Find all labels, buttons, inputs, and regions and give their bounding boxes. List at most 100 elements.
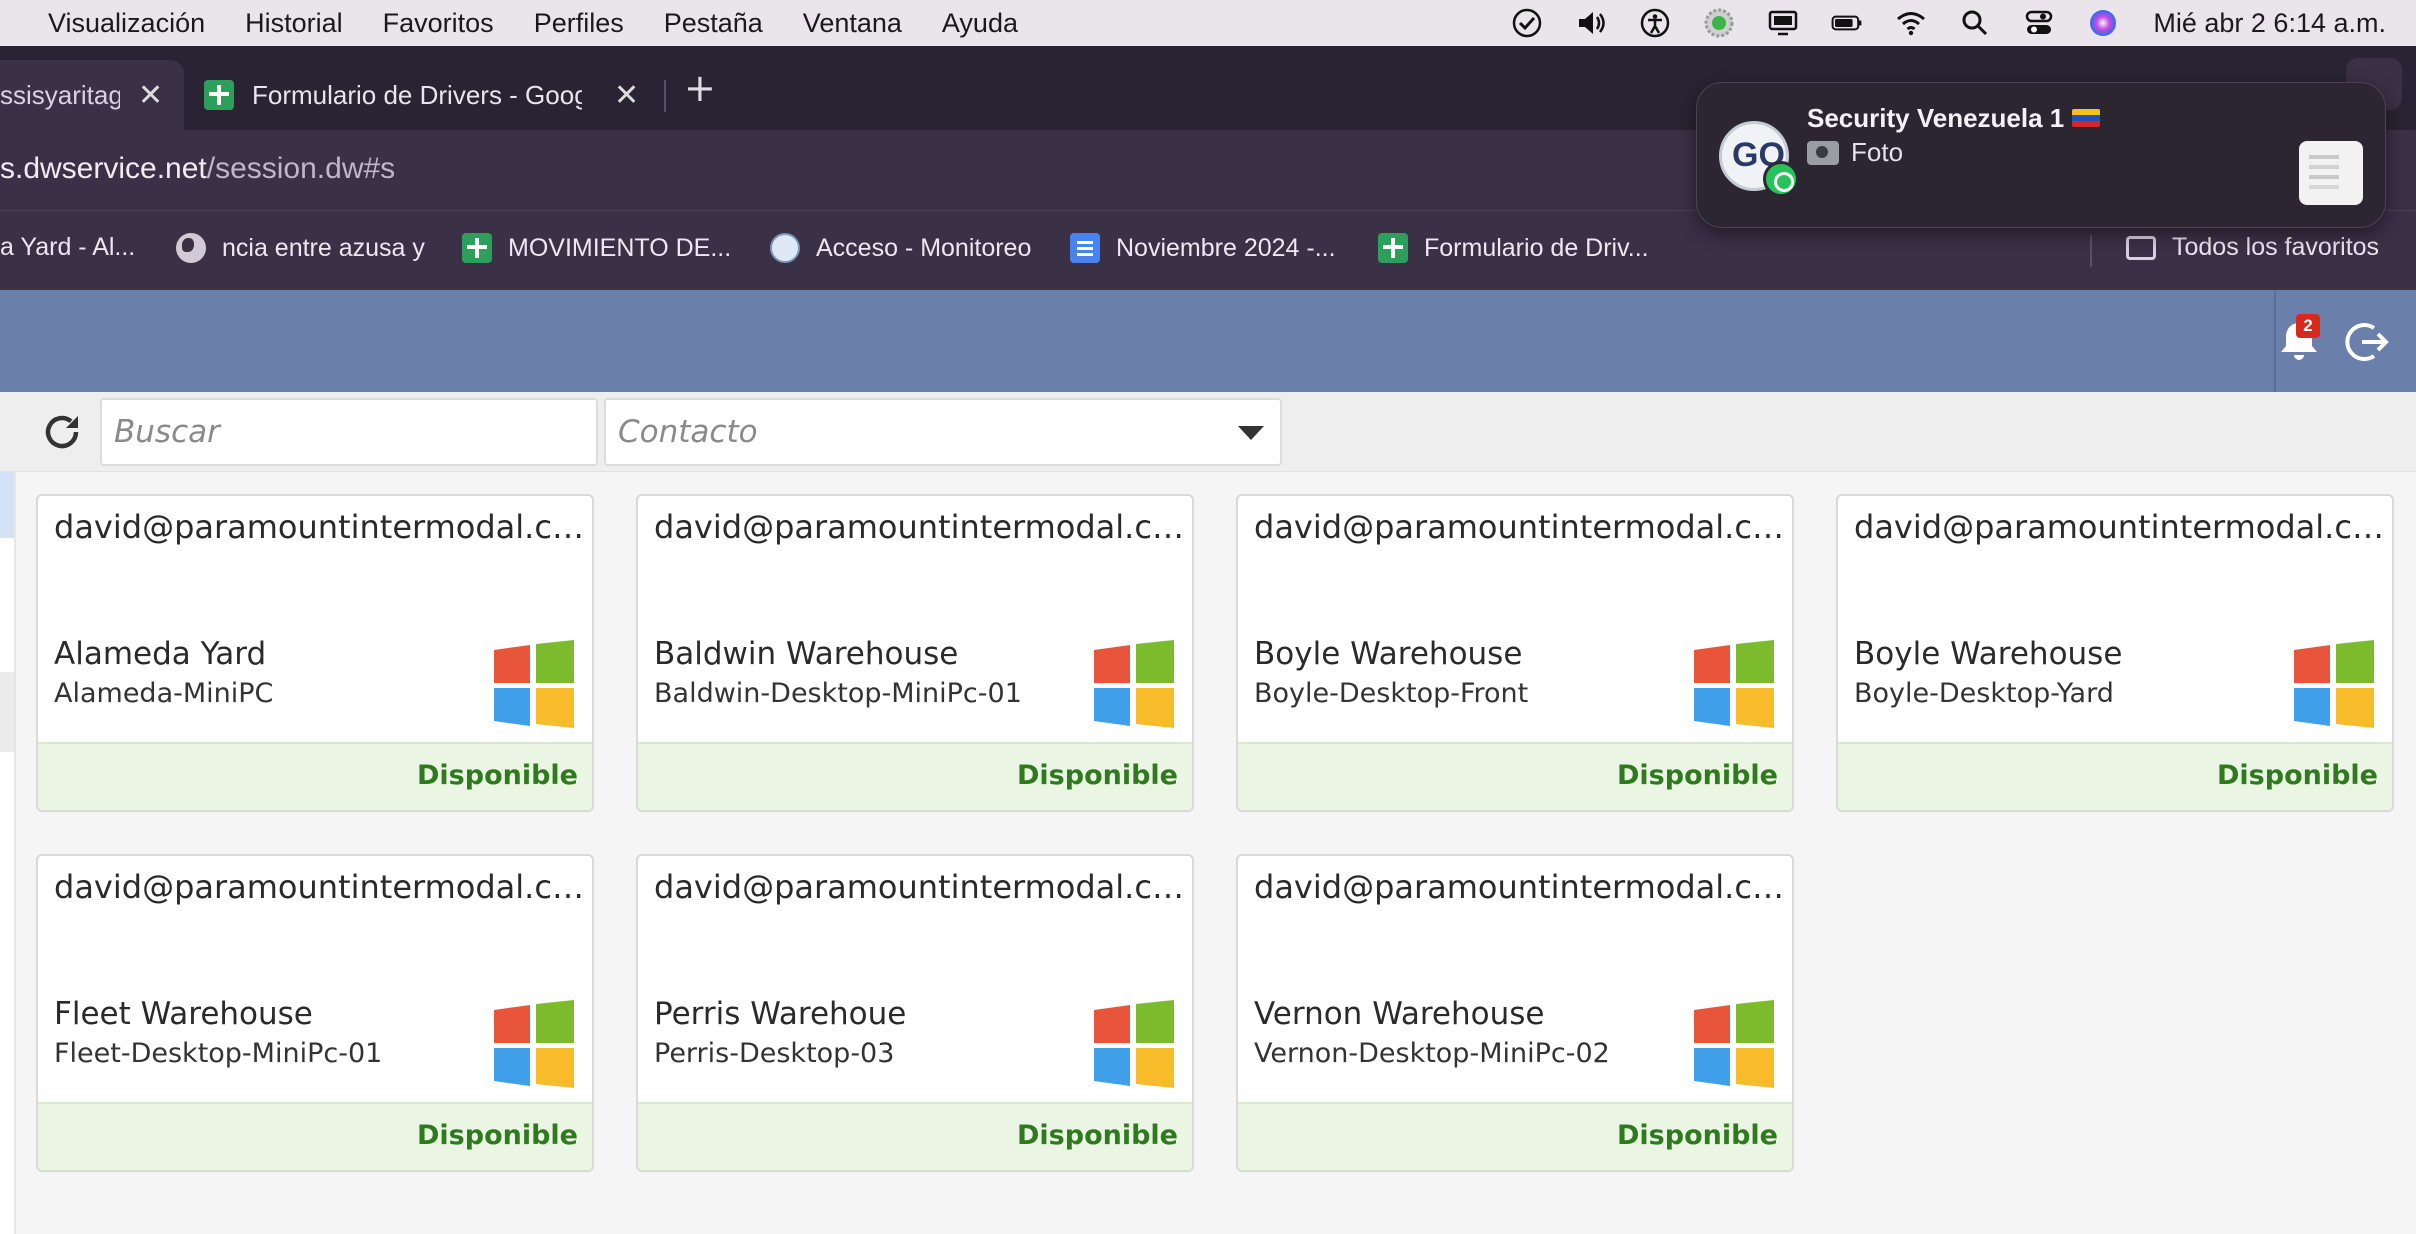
tab-close-icon[interactable]: ✕	[614, 78, 639, 113]
bookmarks-separator	[2090, 235, 2092, 267]
status-badge: Disponible	[1617, 760, 1778, 791]
agent-name: Alameda Yard	[54, 636, 267, 672]
chevron-down-icon	[1238, 426, 1264, 440]
bookmark-yard[interactable]: a Yard - Al...	[0, 233, 135, 262]
tab-close-icon[interactable]: ✕	[138, 78, 163, 113]
bookmark-acceso-monitoreo[interactable]: Acceso - Monitoreo	[770, 233, 1031, 263]
menubar-clock[interactable]: Mié abr 2 6:14 a.m.	[2153, 8, 2386, 39]
agent-card[interactable]: david@paramountintermodal.com Boyle Ware…	[1836, 494, 2394, 812]
volume-icon[interactable]	[1574, 6, 1608, 40]
control-center-icon[interactable]	[2022, 6, 2056, 40]
notification-count-badge: 2	[2296, 314, 2320, 338]
windows-logo-icon	[494, 1000, 574, 1088]
accessibility-icon[interactable]	[1638, 6, 1672, 40]
agent-name: Boyle Warehouse	[1854, 636, 2123, 672]
new-tab-plus-icon[interactable]: +	[684, 66, 716, 110]
bookmark-label: MOVIMIENTO DE...	[508, 233, 732, 262]
checkmark-circle-icon[interactable]	[1510, 6, 1544, 40]
url-path: /session.dw#s	[206, 152, 396, 185]
status-badge: Disponible	[1017, 1120, 1178, 1151]
status-badge: Disponible	[417, 760, 578, 791]
agent-status-bar: Disponible	[638, 742, 1192, 810]
agent-user: david@paramountintermodal.com	[54, 508, 584, 546]
menu-favoritos[interactable]: Favoritos	[383, 8, 494, 39]
bookmark-label: Noviembre 2024 -...	[1116, 233, 1336, 262]
bookmark-all-favorites[interactable]: Todos los favoritos	[2126, 233, 2379, 262]
bookmark-formulario[interactable]: Formulario de Driv...	[1378, 233, 1649, 263]
menu-ayuda[interactable]: Ayuda	[942, 8, 1018, 39]
contact-placeholder: Contacto	[618, 414, 758, 450]
status-menus: Mié abr 2 6:14 a.m.	[1495, 0, 2416, 46]
logout-icon[interactable]	[2344, 318, 2392, 366]
globe-icon	[176, 233, 206, 263]
notification-body: Foto	[1807, 137, 1903, 168]
wifi-icon[interactable]	[1894, 6, 1928, 40]
menu-visualizacion[interactable]: Visualización	[48, 8, 205, 39]
agent-name: Perris Warehoue	[654, 996, 907, 1032]
url-text[interactable]: s.dwservice.net/session.dw#s	[0, 152, 395, 186]
tab-separator	[664, 80, 666, 112]
bookmark-azusa[interactable]: ncia entre azusa y	[176, 233, 425, 263]
bookmark-label: ncia entre azusa y	[222, 233, 425, 262]
google-docs-icon	[1070, 233, 1100, 263]
agent-card[interactable]: david@paramountintermodal.com Alameda Ya…	[36, 494, 594, 812]
agent-card[interactable]: david@paramountintermodal.com Perris War…	[636, 854, 1194, 1172]
tab-label: Formulario de Drivers - Google	[252, 79, 582, 110]
agent-hostname: Alameda-MiniPC	[54, 678, 274, 709]
notification-body-text: Foto	[1851, 137, 1904, 167]
agent-user: david@paramountintermodal.com	[654, 868, 1184, 906]
agent-name: Boyle Warehouse	[1254, 636, 1523, 672]
recording-indicator-icon[interactable]	[1702, 6, 1736, 40]
display-icon[interactable]	[1766, 6, 1800, 40]
sidebar-item[interactable]	[0, 672, 14, 752]
bookmark-noviembre[interactable]: Noviembre 2024 -...	[1070, 233, 1336, 263]
app-header: 2	[0, 290, 2416, 392]
agent-user: david@paramountintermodal.com	[654, 508, 1184, 546]
agent-status-bar: Disponible	[1238, 1102, 1792, 1170]
tab-active[interactable]: ssisyaritag ✕	[0, 60, 184, 130]
status-badge: Disponible	[417, 1120, 578, 1151]
menu-pestana[interactable]: Pestaña	[664, 8, 763, 39]
menu-historial[interactable]: Historial	[245, 8, 343, 39]
status-badge: Disponible	[1617, 1120, 1778, 1151]
app-menus: Visualización Historial Favoritos Perfil…	[48, 0, 1058, 46]
agent-card[interactable]: david@paramountintermodal.com Fleet Ware…	[36, 854, 594, 1172]
agent-status-bar: Disponible	[1838, 742, 2392, 810]
agent-user: david@paramountintermodal.com	[1854, 508, 2384, 546]
windows-logo-icon	[1094, 1000, 1174, 1088]
windows-logo-icon	[1694, 1000, 1774, 1088]
agent-card[interactable]: david@paramountintermodal.com Vernon War…	[1236, 854, 1794, 1172]
spotlight-search-icon[interactable]	[1958, 6, 1992, 40]
windows-logo-icon	[1094, 640, 1174, 728]
bookmark-label: Acceso - Monitoreo	[816, 233, 1032, 262]
url-host: s.dwservice.net	[0, 152, 207, 185]
agent-hostname: Vernon-Desktop-MiniPc-02	[1254, 1038, 1610, 1069]
mac-menu-bar: Visualización Historial Favoritos Perfil…	[0, 0, 2416, 46]
status-badge: Disponible	[2217, 760, 2378, 791]
monitor-site-icon	[770, 233, 800, 263]
agent-card[interactable]: david@paramountintermodal.com Baldwin Wa…	[636, 494, 1194, 812]
notification-title: Security Venezuela 1	[1807, 103, 2101, 134]
siri-icon[interactable]	[2086, 6, 2120, 40]
venezuela-flag-icon	[2072, 109, 2101, 127]
agent-card[interactable]: david@paramountintermodal.com Boyle Ware…	[1236, 494, 1794, 812]
agents-toolbar: Contacto	[0, 392, 2416, 472]
agent-hostname: Boyle-Desktop-Front	[1254, 678, 1529, 709]
folder-icon	[2126, 235, 2156, 260]
tab-formulario-drivers[interactable]: Formulario de Drivers - Google ✕	[204, 60, 664, 130]
agent-status-bar: Disponible	[38, 742, 592, 810]
agent-status-bar: Disponible	[1238, 742, 1792, 810]
refresh-icon[interactable]	[40, 410, 84, 454]
agent-name: Vernon Warehouse	[1254, 996, 1545, 1032]
agent-user: david@paramountintermodal.com	[1254, 508, 1784, 546]
bookmark-movimiento[interactable]: MOVIMIENTO DE...	[462, 233, 731, 263]
contact-select[interactable]: Contacto	[604, 398, 1282, 466]
sidebar-item-selected[interactable]	[0, 472, 14, 538]
tab-label: ssisyaritag	[0, 79, 120, 110]
agent-hostname: Fleet-Desktop-MiniPc-01	[54, 1038, 383, 1069]
whatsapp-notification[interactable]: GO Security Venezuela 1 Foto	[1696, 82, 2386, 228]
battery-icon[interactable]	[1830, 6, 1864, 40]
menu-ventana[interactable]: Ventana	[803, 8, 902, 39]
menu-perfiles[interactable]: Perfiles	[534, 8, 624, 39]
search-input[interactable]	[100, 398, 598, 466]
